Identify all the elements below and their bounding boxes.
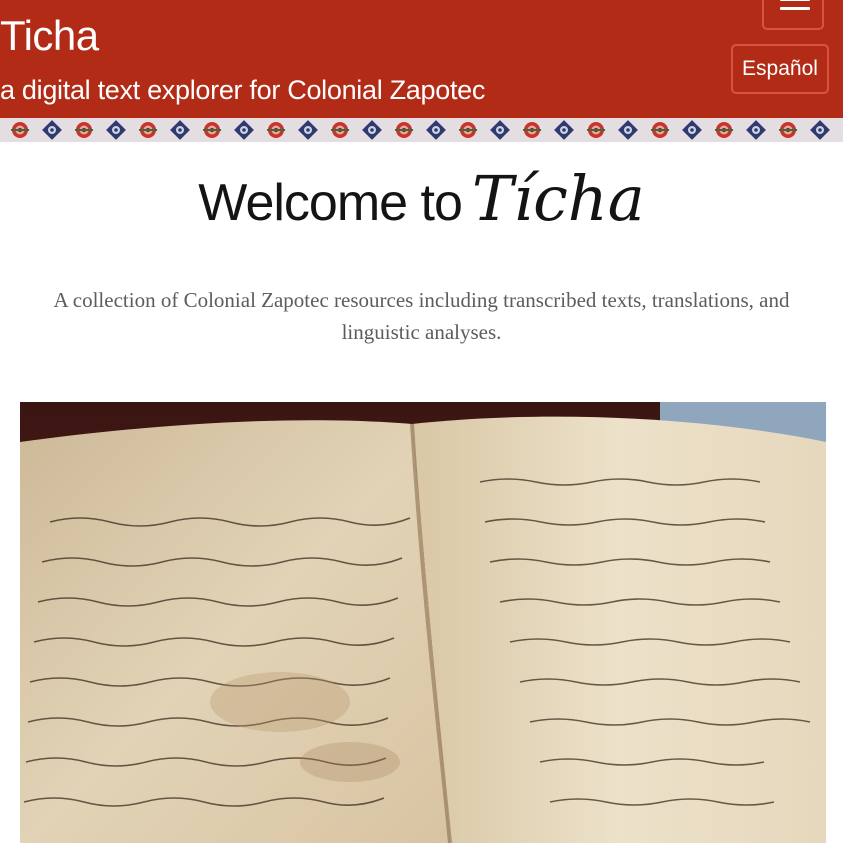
language-toggle-button[interactable]: Español — [731, 44, 829, 94]
site-title[interactable]: Ticha — [0, 12, 99, 60]
hamburger-menu-icon-bar — [780, 7, 810, 10]
hamburger-menu-icon — [780, 0, 810, 1]
embroidery-pattern-icon — [11, 120, 830, 140]
site-tagline: a digital text explorer for Colonial Zap… — [0, 75, 486, 105]
page-title-brand: Tícha — [471, 162, 645, 235]
page-description: A collection of Colonial Zapotec resourc… — [53, 288, 790, 344]
page-title: Welcome to Tícha — [0, 162, 843, 235]
menu-toggle-button[interactable] — [762, 0, 824, 30]
hero-manuscript-image — [20, 402, 826, 843]
decorative-embroidery-band — [0, 118, 843, 142]
manuscript-photo-icon — [20, 402, 826, 843]
site-header: Ticha a digital text explorer for Coloni… — [0, 0, 843, 118]
page-title-prefix: Welcome to — [198, 174, 463, 232]
